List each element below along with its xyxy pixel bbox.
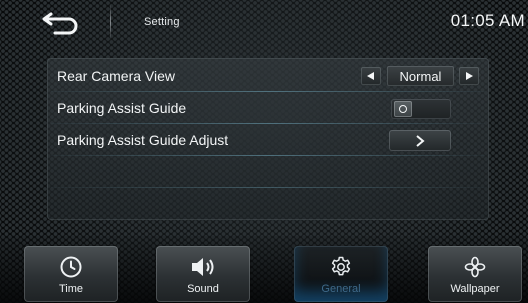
header-bar: Setting 01:05 AM [0, 0, 528, 46]
right-triangle-icon [466, 72, 473, 80]
gear-icon [331, 256, 351, 276]
setting-row-parking-assist-guide-adjust[interactable]: Parking Assist Guide Adjust [47, 124, 489, 156]
empty-row [47, 188, 489, 218]
toggle-knob [394, 101, 412, 117]
back-button[interactable] [32, 6, 94, 40]
rear-camera-view-value: Normal [387, 66, 454, 86]
dock-button-general[interactable]: General [294, 246, 388, 302]
page-title: Setting [144, 16, 180, 28]
settings-list: Rear Camera View Normal Parking Assist G… [47, 58, 489, 220]
clock: 01:05 AM [450, 11, 525, 30]
dock-button-time[interactable]: Time [24, 246, 118, 302]
previous-option-button[interactable] [361, 67, 381, 85]
setting-label: Parking Assist Guide Adjust [57, 132, 229, 148]
wallpaper-icon [464, 256, 486, 278]
header-divider [110, 4, 111, 40]
bottom-dock: Time Sound General Wallpaper [0, 236, 528, 303]
setting-label: Parking Assist Guide [57, 100, 187, 116]
back-arrow-icon [41, 9, 85, 37]
left-triangle-icon [367, 72, 374, 80]
speaker-icon [192, 258, 214, 276]
dock-label: Time [58, 283, 84, 295]
dock-button-sound[interactable]: Sound [156, 246, 250, 302]
dock-label: General [321, 283, 361, 295]
parking-assist-guide-adjust-button[interactable] [389, 130, 451, 151]
circle-icon [399, 105, 407, 113]
parking-assist-guide-toggle[interactable] [391, 99, 451, 119]
setting-row-rear-camera-view[interactable]: Rear Camera View Normal [47, 60, 489, 92]
dock-button-wallpaper[interactable]: Wallpaper [428, 246, 522, 302]
dock-label: Sound [187, 283, 219, 295]
chevron-right-icon [416, 134, 425, 147]
setting-row-parking-assist-guide[interactable]: Parking Assist Guide [47, 92, 489, 124]
next-option-button[interactable] [459, 67, 479, 85]
setting-label: Rear Camera View [57, 68, 176, 84]
clock-icon [60, 256, 82, 278]
empty-row [47, 156, 489, 188]
setting-screen: Setting 01:05 AM Rear Camera View Normal… [0, 0, 528, 303]
dock-label: Wallpaper [450, 283, 500, 295]
